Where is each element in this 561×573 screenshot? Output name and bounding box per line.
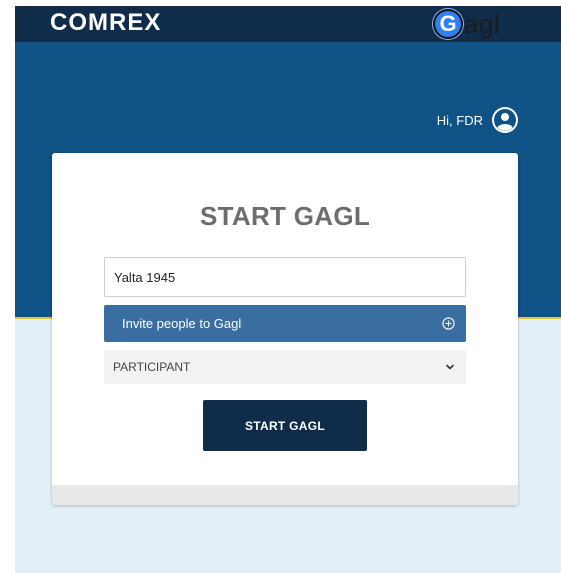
invite-label: Invite people to Gagl bbox=[122, 316, 242, 331]
plus-circle-icon bbox=[442, 317, 455, 330]
app-frame: COMREX G agl Hi, FDR START GAGL Invite p… bbox=[15, 6, 561, 573]
user-greeting: Hi, FDR bbox=[436, 112, 483, 128]
page-title: START GAGL bbox=[199, 201, 371, 231]
card-footer bbox=[52, 485, 518, 505]
role-select[interactable]: PARTICIPANT bbox=[104, 350, 466, 384]
comrex-logo: COMREX bbox=[50, 9, 162, 36]
start-gagl-button[interactable]: START GAGL bbox=[203, 400, 367, 451]
gagl-logo-text: agl bbox=[464, 8, 501, 39]
user-circle-icon[interactable] bbox=[491, 106, 519, 134]
start-session-card: START GAGL Invite people to Gagl PARTICI… bbox=[52, 153, 518, 505]
session-name-input[interactable] bbox=[104, 257, 466, 297]
invite-people-button[interactable]: Invite people to Gagl bbox=[104, 305, 466, 342]
gagl-logo: G agl bbox=[433, 7, 500, 41]
chevron-down-icon bbox=[446, 364, 454, 370]
top-navbar: COMREX G agl bbox=[15, 6, 561, 42]
user-menu[interactable]: Hi, FDR bbox=[437, 106, 519, 134]
role-selected-value: PARTICIPANT bbox=[113, 360, 191, 374]
gagl-logo-badge: G bbox=[433, 9, 463, 39]
